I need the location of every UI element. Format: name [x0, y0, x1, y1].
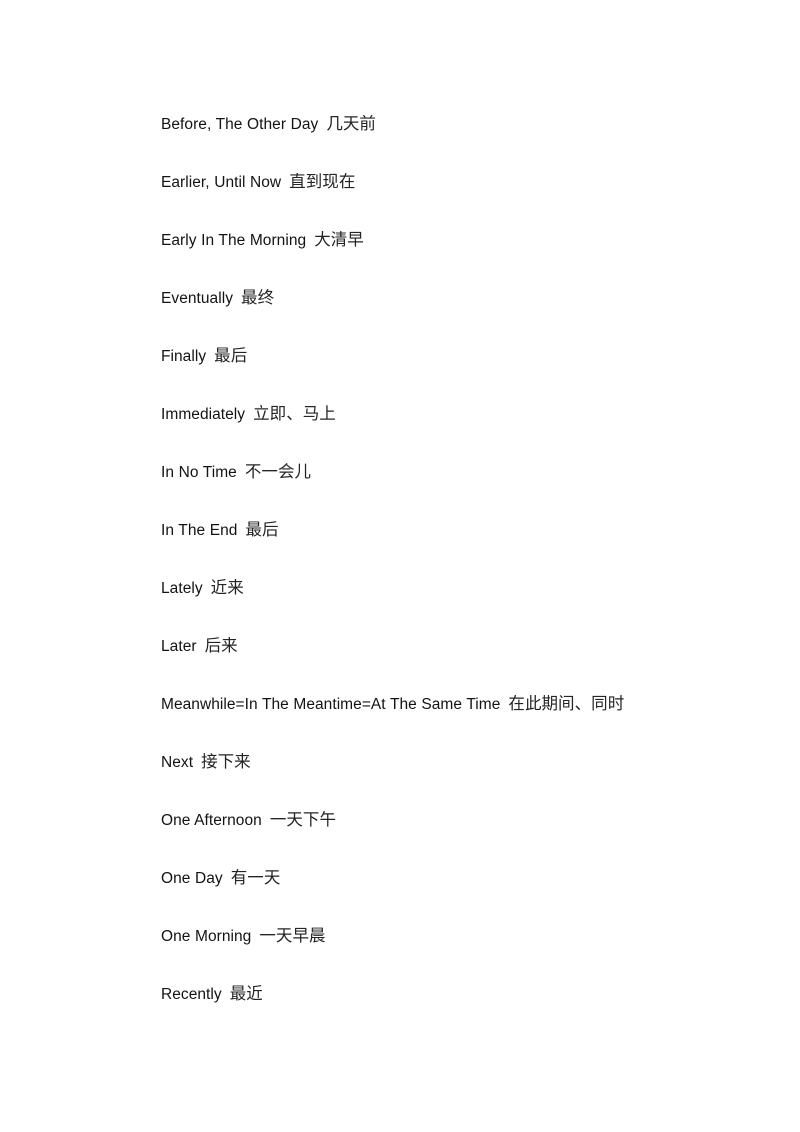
- entry-chinese-gloss: 最后: [214, 346, 248, 365]
- vocabulary-entry: Early In The Morning 大清早: [122, 220, 678, 261]
- vocabulary-entry: In The End 最后: [122, 510, 678, 551]
- entry-english-term: Meanwhile=In The Meantime=At The Same Ti…: [161, 696, 501, 713]
- entry-english-term: In The End: [161, 522, 238, 539]
- entry-english-term: One Afternoon: [161, 812, 262, 829]
- entry-chinese-gloss: 在此期间、同时: [508, 694, 625, 713]
- vocabulary-entry: Immediately 立即、马上: [122, 394, 678, 435]
- vocabulary-entry: One Afternoon 一天下午: [122, 800, 678, 841]
- entry-english-term: One Morning: [161, 928, 252, 945]
- entry-english-term: Immediately: [161, 406, 246, 423]
- entry-english-term: Recently: [161, 986, 222, 1003]
- vocabulary-entry: One Day 有一天: [122, 858, 678, 899]
- entry-chinese-gloss: 立即、马上: [253, 404, 336, 423]
- entry-chinese-gloss: 最终: [241, 288, 275, 307]
- entry-chinese-gloss: 直到现在: [289, 172, 356, 191]
- entry-english-term: Lately: [161, 580, 203, 597]
- entry-english-term: Next: [161, 754, 194, 771]
- entry-chinese-gloss: 最近: [229, 984, 263, 1003]
- vocabulary-entry: One Morning 一天早晨: [122, 916, 678, 957]
- entry-english-term: Finally: [161, 348, 207, 365]
- vocabulary-list: Before, The Other Day 几天前 Earlier, Until N…: [122, 104, 678, 1032]
- entry-chinese-gloss: 一天早晨: [259, 926, 326, 945]
- vocabulary-entry: In No Time 不一会儿: [122, 452, 678, 493]
- entry-chinese-gloss: 大清早: [314, 230, 364, 249]
- entry-chinese-gloss: 接下来: [201, 752, 251, 771]
- vocabulary-entry: Meanwhile=In The Meantime=At The Same Ti…: [122, 684, 678, 725]
- entry-chinese-gloss: 后来: [204, 636, 238, 655]
- vocabulary-entry: Later 后来: [122, 626, 678, 667]
- vocabulary-entry: Finally 最后: [122, 336, 678, 377]
- document-page: Before, The Other Day 几天前 Earlier, Until N…: [0, 0, 800, 1132]
- entry-english-term: Eventually: [161, 290, 234, 307]
- entry-chinese-gloss: 一天下午: [269, 810, 337, 829]
- entry-chinese-gloss: 几天前: [326, 114, 376, 133]
- entry-chinese-gloss: 最后: [245, 520, 279, 539]
- entry-chinese-gloss: 近来: [210, 578, 244, 597]
- entry-english-term: Later: [161, 638, 197, 655]
- vocabulary-entry: Before, The Other Day 几天前: [122, 104, 678, 145]
- vocabulary-entry: Recently 最近: [122, 974, 678, 1015]
- vocabulary-entry: Eventually 最终: [122, 278, 678, 319]
- vocabulary-entry: Earlier, Until Now 直到现在: [122, 162, 678, 203]
- entry-chinese-gloss: 不一会儿: [244, 462, 312, 481]
- entry-chinese-gloss: 有一天: [230, 868, 281, 887]
- entry-english-term: Early In The Morning: [161, 232, 307, 249]
- vocabulary-entry: Next 接下来: [122, 742, 678, 783]
- entry-english-term: One Day: [161, 870, 223, 887]
- entry-english-term: In No Time: [161, 464, 237, 481]
- vocabulary-entry: Lately 近来: [122, 568, 678, 609]
- entry-english-term: Earlier, Until Now: [161, 174, 282, 191]
- entry-english-term: Before, The Other Day: [161, 116, 319, 133]
